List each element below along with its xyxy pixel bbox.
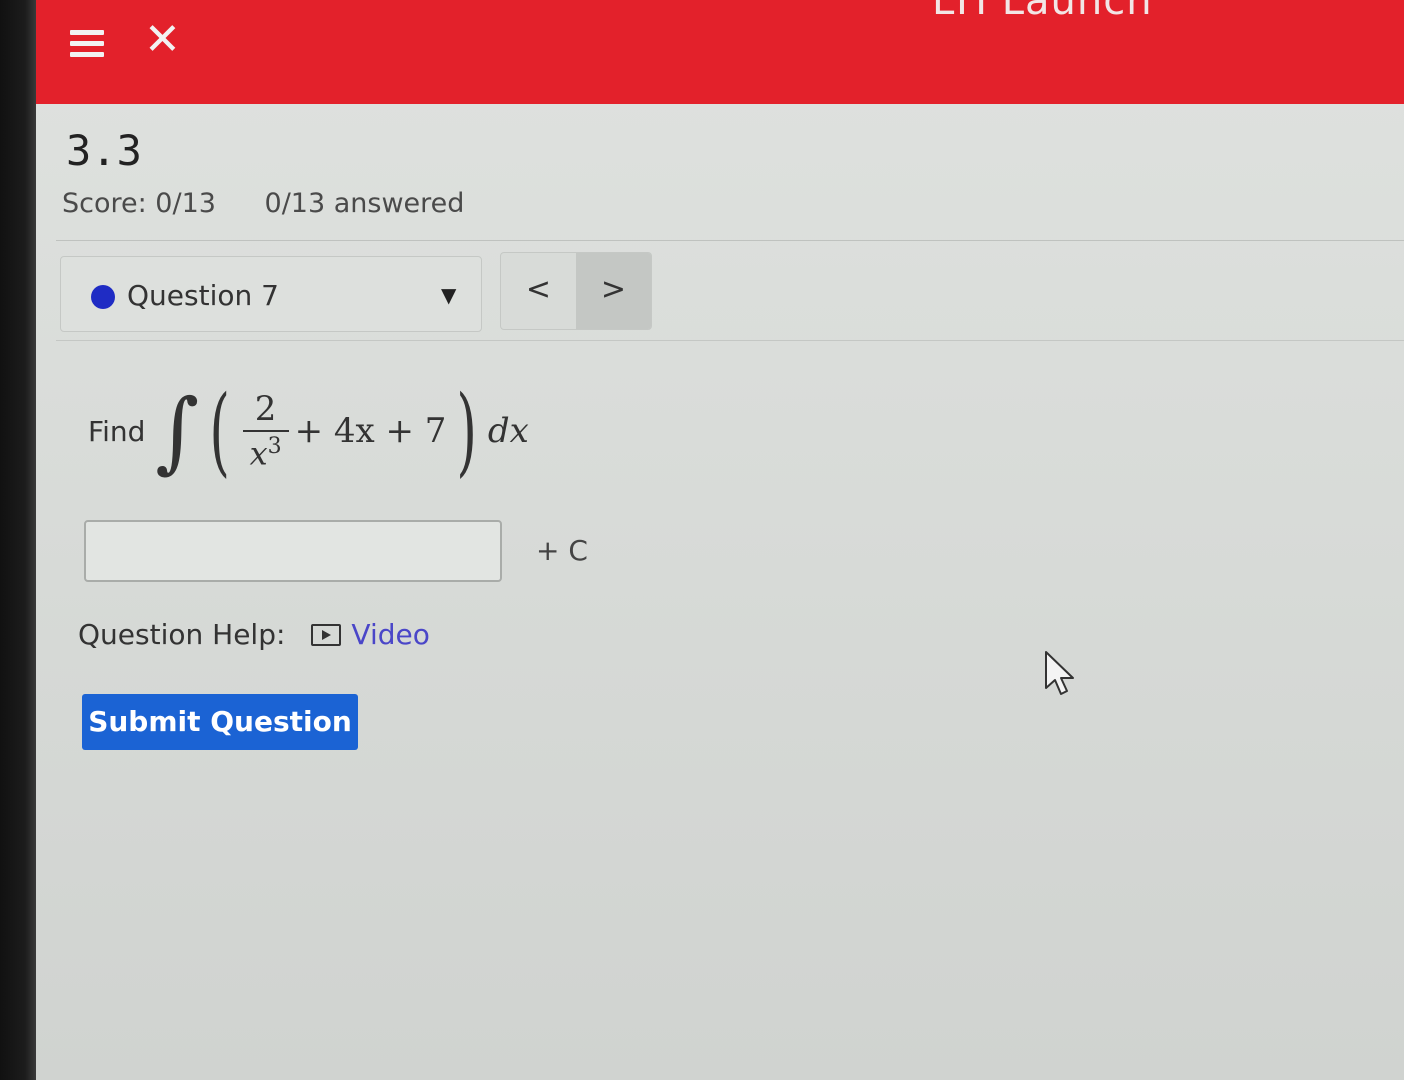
question-dropdown[interactable]: Question 7 ▼ (60, 256, 482, 332)
page-title: LTI Launch (932, 0, 1153, 24)
close-icon[interactable]: ✕ (144, 18, 181, 62)
submit-question-button[interactable]: Submit Question (82, 694, 358, 750)
video-icon[interactable] (311, 623, 342, 646)
score-summary: Score: 0/13 0/13 answered (62, 188, 464, 219)
question-dropdown-label: Question 7 (127, 279, 279, 312)
previous-question-button[interactable]: < (501, 253, 576, 329)
divider (56, 240, 1404, 241)
integral-expression: ∫ ( 2 x3 + 4x + 7 ) dx (155, 383, 528, 479)
question-nav-buttons: < > (500, 252, 652, 330)
app-screen: ✕ LTI Launch 3.3 Score: 0/13 0/13 answer… (36, 0, 1404, 1080)
differential: dx (487, 411, 529, 451)
denominator-base: x (249, 434, 268, 473)
question-prompt: Find ∫ ( 2 x3 + 4x + 7 ) dx (88, 376, 529, 486)
monitor-bezel (0, 0, 36, 1080)
hamburger-menu-icon[interactable] (70, 30, 104, 60)
divider (56, 340, 1404, 341)
open-paren: ( (209, 375, 231, 487)
constant-label: + C (536, 534, 588, 567)
chevron-right-icon: > (600, 272, 627, 307)
denominator-exponent: 3 (267, 434, 282, 460)
question-help-label: Question Help: (78, 618, 286, 651)
answered-count: 0/13 answered (264, 188, 465, 219)
middle-terms: + 4x + 7 (294, 411, 447, 451)
answer-input[interactable] (84, 520, 502, 582)
question-help: Question Help: Video (78, 618, 430, 651)
mouse-cursor-icon (1045, 651, 1074, 695)
score-text: Score: 0/13 (62, 188, 216, 219)
caret-down-icon: ▼ (441, 283, 457, 307)
fraction-denominator: x3 (250, 432, 282, 470)
question-status-dot (91, 285, 115, 309)
fraction: 2 x3 (242, 389, 289, 470)
fraction-numerator: 2 (254, 389, 277, 430)
video-help-link[interactable]: Video (351, 618, 429, 651)
assignment-title: 3.3 (66, 126, 142, 175)
integral-sign: ∫ (155, 379, 200, 483)
close-paren: ) (456, 375, 478, 487)
top-bar: ✕ LTI Launch (36, 0, 1404, 104)
next-question-button[interactable]: > (576, 253, 651, 329)
chevron-left-icon: < (525, 272, 552, 307)
question-instruction: Find (88, 414, 146, 448)
